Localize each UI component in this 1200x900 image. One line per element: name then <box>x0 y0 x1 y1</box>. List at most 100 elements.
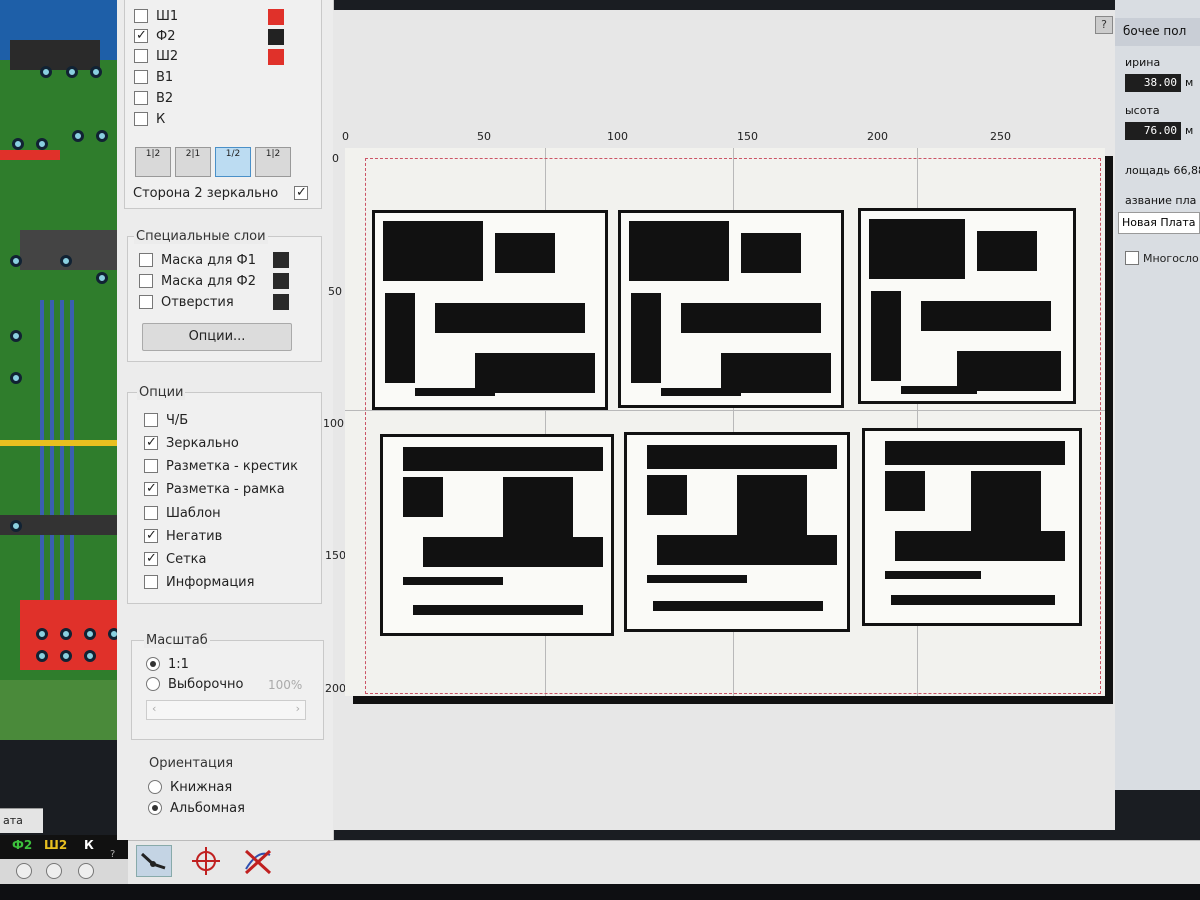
remove-connection-icon[interactable] <box>240 845 276 877</box>
side-layout-button[interactable]: 1/2 <box>215 147 251 177</box>
radio[interactable] <box>148 801 162 815</box>
ruler-tick-label: 150 <box>325 549 346 562</box>
monitor-bezel <box>0 884 1200 900</box>
layer-row-v1[interactable]: В1 <box>134 69 304 87</box>
scale-custom-radio[interactable]: Выборочно 100% <box>146 676 316 694</box>
pad <box>66 66 78 78</box>
option-grid[interactable]: Сетка <box>144 550 314 569</box>
copper-area <box>0 150 60 160</box>
special-layers-options-button[interactable]: Опции... <box>142 323 292 351</box>
mirror-side-2-checkbox[interactable] <box>294 184 308 202</box>
pcb-editor-canvas[interactable] <box>0 0 128 740</box>
route-tool-icon[interactable] <box>136 845 172 877</box>
checkbox[interactable] <box>134 91 148 105</box>
orientation-title: Ориентация <box>147 756 236 771</box>
checkbox[interactable] <box>144 527 158 545</box>
scale-slider[interactable]: ‹ › <box>146 700 306 720</box>
trace <box>60 300 64 630</box>
layer-color-swatch[interactable] <box>273 252 289 268</box>
checkbox[interactable] <box>134 27 148 45</box>
pcb-board-image <box>624 432 850 632</box>
scale-1-1-radio[interactable]: 1:1 <box>146 656 306 674</box>
pad <box>10 520 22 532</box>
checkbox[interactable] <box>144 480 158 498</box>
pad <box>84 650 96 662</box>
orientation-landscape-radio[interactable]: Альбомная <box>148 800 308 818</box>
radio[interactable] <box>146 657 160 671</box>
layer-color-swatch[interactable] <box>268 49 284 65</box>
board-name-input[interactable]: Новая Плата <box>1118 212 1200 234</box>
board-properties-panel: бочее пол ирина 38.00 м ысота 76.00 м ло… <box>1115 0 1200 790</box>
layer-color-swatch[interactable] <box>268 29 284 45</box>
ruler-tick-label: 0 <box>342 130 349 143</box>
checkbox[interactable] <box>134 49 148 63</box>
layer-row-v2[interactable]: В2 <box>134 90 304 108</box>
checkbox[interactable] <box>144 413 158 427</box>
checkbox[interactable] <box>139 295 153 309</box>
option-mirror[interactable]: Зеркально <box>144 434 314 453</box>
side-layout-button[interactable]: 1|2 <box>255 147 291 177</box>
checkbox[interactable] <box>134 112 148 126</box>
pcb-board-image <box>858 208 1076 404</box>
option-information[interactable]: Информация <box>144 574 314 592</box>
option-template[interactable]: Шаблон <box>144 505 314 523</box>
checkbox[interactable] <box>1125 251 1139 265</box>
checkbox[interactable] <box>134 70 148 84</box>
trace <box>40 300 44 630</box>
slider-right-arrow-icon[interactable]: › <box>296 702 300 715</box>
checkbox[interactable] <box>144 550 158 568</box>
layer-tag-sh2[interactable]: Ш2 <box>44 838 67 852</box>
status-row <box>0 859 128 884</box>
multilayer-checkbox-row[interactable]: Многосло <box>1125 250 1200 268</box>
orientation-portrait-radio[interactable]: Книжная <box>148 779 308 797</box>
crosshair-target-icon[interactable] <box>188 845 224 877</box>
layer-tag-k[interactable]: К <box>84 838 94 852</box>
layer-tag-f2[interactable]: Ф2 <box>12 838 32 852</box>
layer-color-swatch[interactable] <box>268 9 284 25</box>
checkbox[interactable] <box>144 434 158 452</box>
width-input[interactable]: 38.00 <box>1125 74 1181 92</box>
slider-left-arrow-icon[interactable]: ‹ <box>152 702 156 715</box>
editor-tab[interactable]: ата <box>0 808 43 833</box>
side-layout-button[interactable]: 2|1 <box>175 147 211 177</box>
height-input[interactable]: 76.00 <box>1125 122 1181 140</box>
option-bw[interactable]: Ч/Б <box>144 412 314 430</box>
option-negative[interactable]: Негатив <box>144 527 314 546</box>
width-unit: м <box>1185 76 1194 89</box>
height-unit: м <box>1185 124 1194 137</box>
pad <box>36 138 48 150</box>
checkbox[interactable] <box>144 575 158 589</box>
special-layers-title: Специальные слои <box>134 229 268 244</box>
ruler-tick-label: 50 <box>328 285 342 298</box>
radio[interactable] <box>146 677 160 691</box>
trace <box>0 440 128 446</box>
ruler-tick-label: 250 <box>990 130 1011 143</box>
copper-area <box>0 680 128 740</box>
option-mark-frame[interactable]: Разметка - рамка <box>144 480 314 499</box>
pad <box>12 138 24 150</box>
status-indicator <box>16 863 32 879</box>
radio[interactable] <box>148 780 162 794</box>
checkbox[interactable] <box>139 274 153 288</box>
option-mark-cross[interactable]: Разметка - крестик <box>144 458 314 476</box>
copper-area <box>10 40 100 70</box>
checkbox[interactable] <box>144 506 158 520</box>
area-readout: лощадь 66,88 <box>1125 164 1200 177</box>
side-layout-button[interactable]: 1|2 <box>135 147 171 177</box>
ruler-top: 0 50 100 150 200 250 <box>340 130 1100 148</box>
layer-color-swatch[interactable] <box>273 273 289 289</box>
layer-row-k[interactable]: К <box>134 111 304 129</box>
trace <box>70 300 74 630</box>
pcb-board-image <box>618 210 844 408</box>
properties-header: бочее пол <box>1115 18 1200 46</box>
mirror-side-2-row[interactable]: Сторона 2 зеркально <box>133 184 313 203</box>
help-button[interactable]: ? <box>1095 16 1113 34</box>
pcb-board-image <box>380 434 614 636</box>
checkbox[interactable] <box>139 253 153 267</box>
pad <box>72 130 84 142</box>
layer-color-swatch[interactable] <box>273 294 289 310</box>
checkbox[interactable] <box>144 459 158 473</box>
checkbox[interactable] <box>134 9 148 23</box>
ruler-tick-label: 200 <box>867 130 888 143</box>
ruler-left: 0 50 100 150 200 <box>322 148 346 708</box>
